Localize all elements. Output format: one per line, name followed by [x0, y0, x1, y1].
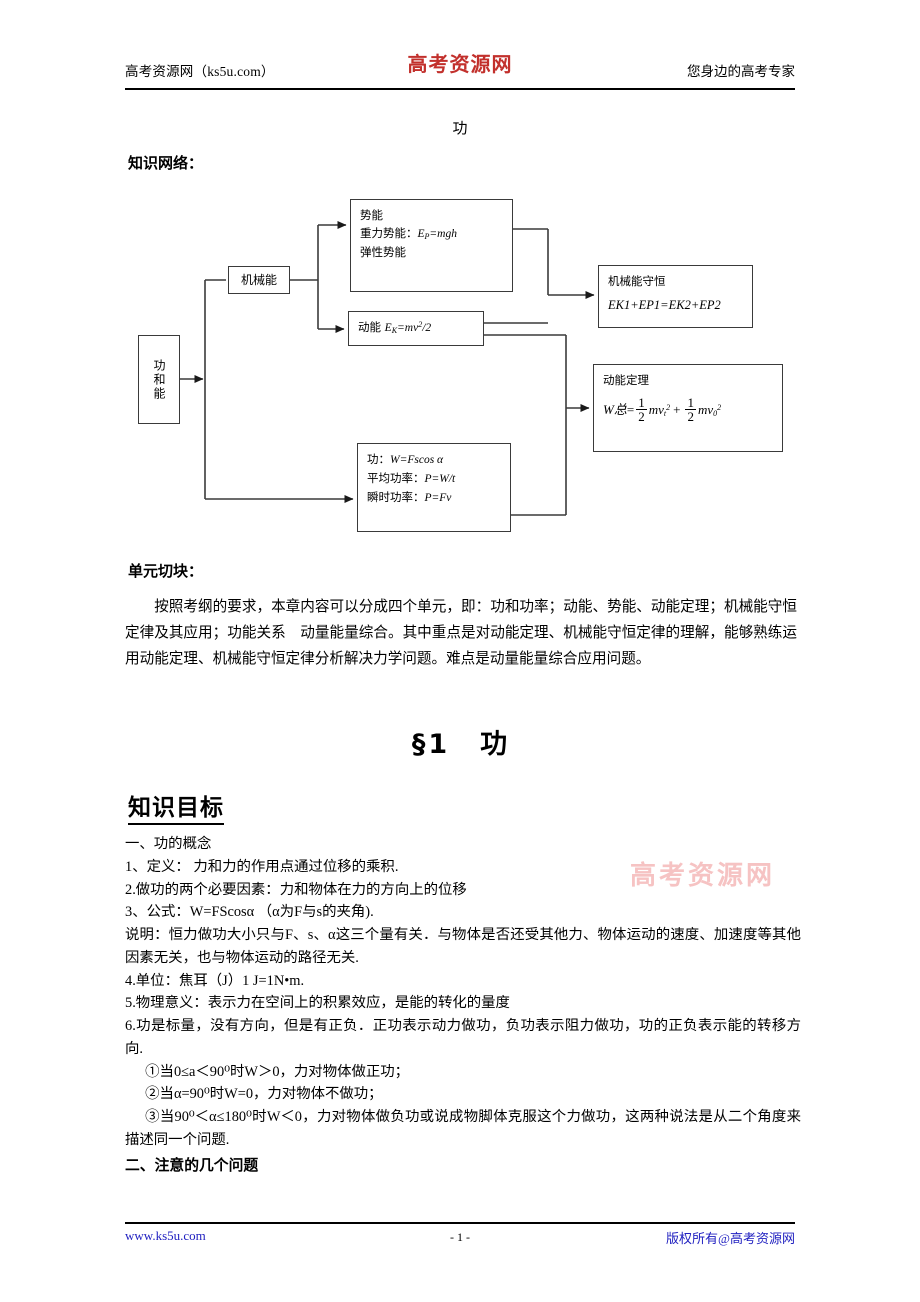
label-knowledge-network: 知识网络： [128, 154, 204, 172]
content-line-heading: 二、注意的几个问题 [125, 1156, 259, 1174]
avg-power-line: 平均功率：P=W/t [367, 470, 501, 489]
content-line: 一、功的概念 [125, 836, 212, 852]
inst-power-formula: P=Fv [424, 491, 452, 504]
kinetic-theorem-title: 动能定理 [603, 373, 649, 387]
diagram-box-work-power: 功：W=Fscos α 平均功率：P=W/t 瞬时功率：P=Fv [357, 443, 511, 532]
content-line: ②当α=90⁰时W=0，力对物体不做功； [145, 1086, 383, 1103]
footer-divider [125, 1222, 795, 1224]
page-footer: www.ks5u.com - 1 - 版权所有@高考资源网 [125, 1228, 795, 1250]
potential-energy-line1: 势能 [360, 208, 383, 222]
knowledge-goal-heading: 知识目标 [128, 788, 224, 825]
box-label-mechanical-energy: 机械能 [240, 272, 277, 287]
section-title: §1 功 [411, 729, 511, 760]
page-header: 高考资源网（ks5u.com） 高考资源网 您身边的高考专家 [125, 48, 795, 90]
frac2-numerator: 1 [685, 394, 696, 411]
potential-energy-line2: 重力势能：EP=mgh [360, 225, 503, 244]
page-title: 功 [452, 121, 468, 137]
term1-exponent: 2 [666, 402, 671, 412]
avg-power-label: 平均功率： [367, 470, 425, 485]
document-page: 高考资源网（ks5u.com） 高考资源网 您身边的高考专家 功 知识网络： 功… [0, 0, 920, 1302]
work-formula: W=Fscos α [390, 454, 444, 466]
box-label-work-and-energy: 功和能 [152, 358, 166, 401]
theorem-lhs: W总 [603, 401, 627, 417]
diagram-box-kinetic-energy-theorem: 动能定理 W总 = 1 2 mvt2 + 1 2 mv02 [593, 364, 783, 452]
content-line: ①当0≤a＜90⁰时W＞0，力对物体做正功； [145, 1063, 410, 1080]
inst-power-line: 瞬时功率：P=Fv [367, 489, 501, 508]
theorem-equals: = [626, 401, 635, 417]
content-lines: 一、功的概念 1、定义： 力和力的作用点通过位移的乘积. 2.做功的两个必要因素… [125, 833, 801, 1177]
inst-power-label: 瞬时功率： [367, 489, 425, 504]
work-label: 功： [367, 452, 390, 466]
gravity-pe-label: 重力势能： [360, 225, 418, 240]
diagram-box-work-and-energy: 功和能 [138, 335, 180, 424]
diagram-box-mechanical-energy: 机械能 [228, 266, 290, 294]
conservation-title: 机械能守恒 [608, 274, 666, 288]
theorem-term-2: mv02 [698, 400, 721, 420]
content-line: 4.单位：焦耳（J）1 J=1N•m. [125, 972, 305, 989]
frac2-denominator: 2 [687, 409, 694, 425]
term1-base: mv [648, 401, 664, 417]
kinetic-energy-label: 动能 [358, 320, 381, 335]
diagram-box-kinetic-energy: 动能 EK=mv2/2 [348, 311, 484, 346]
kinetic-theorem-formula: W总 = 1 2 mvt2 + 1 2 mv02 [603, 396, 773, 424]
term2-base: mv [697, 401, 714, 417]
kinetic-energy-expression: =mv [397, 322, 419, 335]
frac1-numerator: 1 [636, 394, 647, 411]
avg-power-formula: P=W/t [424, 472, 456, 485]
theorem-term-1: mvt2 [649, 400, 670, 420]
content-line: 2.做功的两个必要因素：力和物体在力的方向上的位移 [125, 881, 467, 898]
content-line: 3、公式：W=FScosα （α为F与s的夹角). [125, 904, 374, 921]
knowledge-network-diagram: 功和能 机械能 势能 重力势能：EP=mgh 弹性势能 动能 EK=mv2/2 [0, 185, 920, 555]
content-line: 1、定义： 力和力的作用点通过位移的乘积. [125, 858, 399, 875]
content-line: 说明：恒力做功大小只与F、s、α这三个量有关．与物体是否还受其他力、物体运动的速… [125, 927, 801, 966]
gravity-pe-symbol: E [417, 227, 425, 240]
content-line: 6.功是标量，没有方向，但是有正负．正功表示动力做功，负功表示阻力做功，功的正负… [125, 1018, 801, 1057]
content-line: ③当90⁰＜α≤180⁰时W＜0，力对物体做负功或说成物脚体克服这个力做功，这两… [125, 1109, 801, 1148]
potential-energy-line3: 弹性势能 [360, 244, 406, 259]
header-divider [125, 88, 795, 90]
theorem-fraction-1: 1 2 [636, 396, 647, 424]
kinetic-energy-symbol: E [384, 322, 392, 335]
gravity-pe-expression: =mgh [429, 227, 457, 240]
diagram-box-potential-energy: 势能 重力势能：EP=mgh 弹性势能 [350, 199, 513, 292]
kinetic-energy-divisor: /2 [422, 322, 432, 335]
unit-block-paragraph: 按照考纲的要求，本章内容可以分成四个单元，即：功和功率；动能、势能、动能定理；机… [125, 599, 797, 667]
term2-exponent: 2 [717, 402, 722, 412]
conservation-formula: EK1+EP1=EK2+EP2 [608, 297, 721, 312]
theorem-fraction-2: 1 2 [685, 396, 696, 424]
frac1-denominator: 2 [638, 409, 645, 425]
diagram-box-energy-conservation: 机械能守恒 EK1+EP1=EK2+EP2 [598, 265, 753, 328]
label-unit-block: 单元切块： [128, 562, 204, 580]
work-formula-line: 功：W=Fscos α [367, 451, 501, 470]
content-line: 5.物理意义：表示力在空间上的积累效应，是能的转化的量度 [125, 995, 510, 1012]
footer-copyright: 版权所有@高考资源网 [666, 1231, 795, 1246]
theorem-plus: + [673, 401, 681, 417]
header-right-text: 您身边的高考专家 [687, 64, 795, 79]
